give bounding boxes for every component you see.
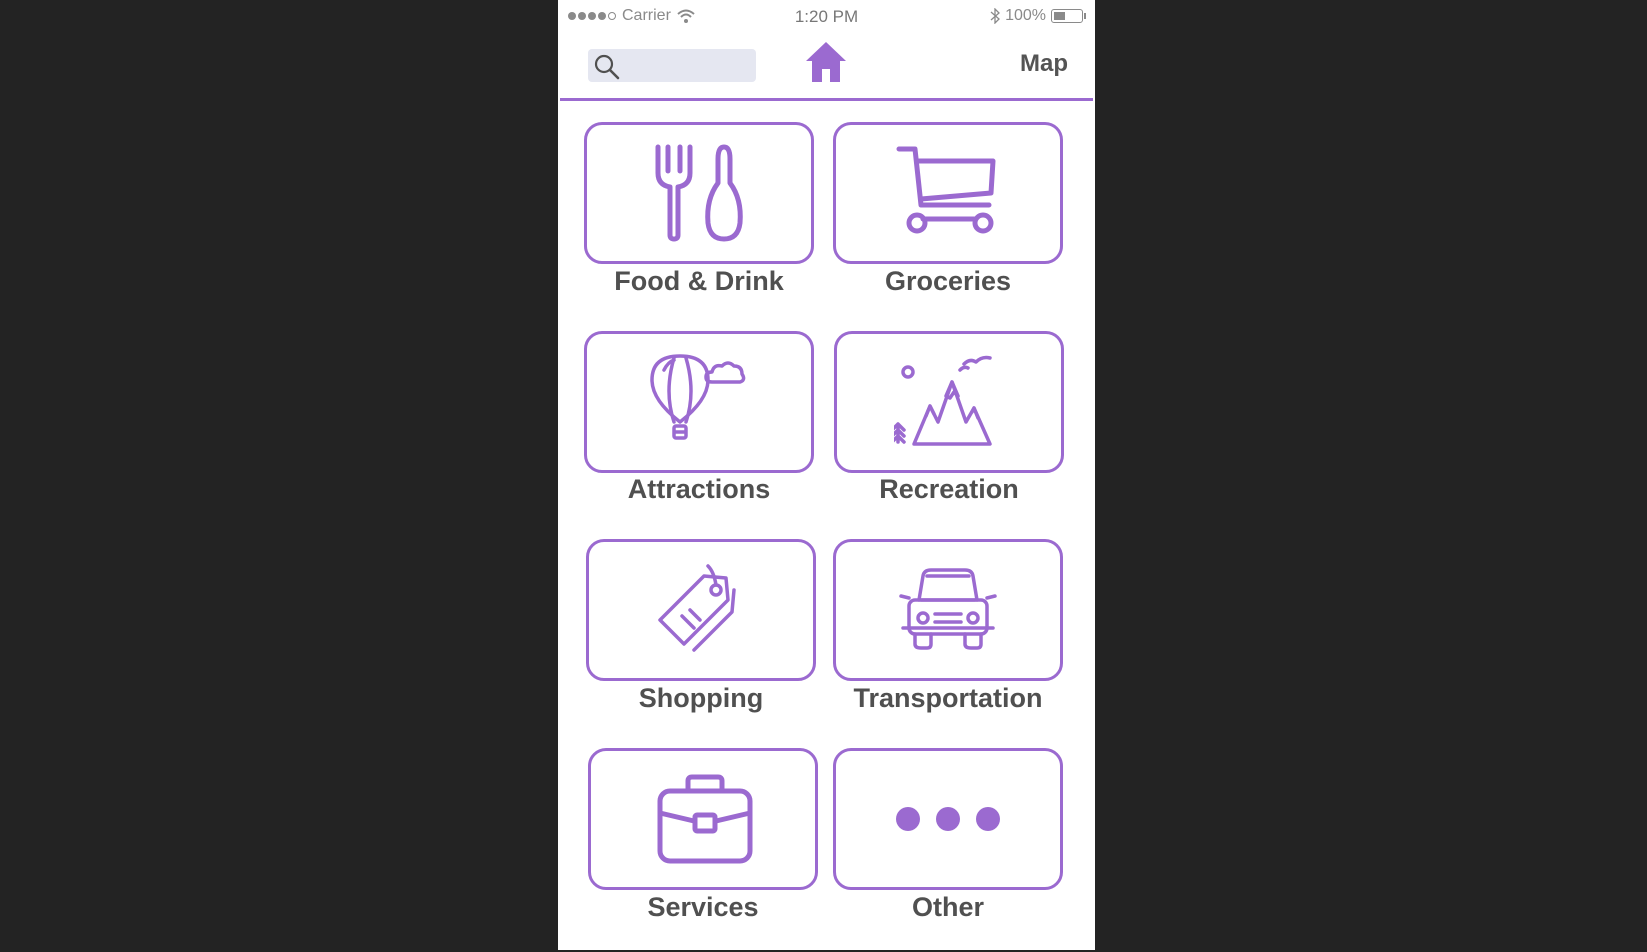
nav-divider	[560, 98, 1093, 101]
bluetooth-icon	[990, 8, 1001, 24]
status-bar: Carrier 1:20 PM 100%	[558, 0, 1095, 34]
battery-percent: 100%	[1005, 7, 1046, 24]
tile-attractions[interactable]	[584, 331, 814, 473]
mountains-icon	[894, 355, 992, 446]
tile-label-other: Other	[911, 892, 984, 922]
tile-label-shopping: Shopping	[638, 683, 764, 713]
tile-services[interactable]	[588, 748, 818, 890]
price-tag-icon	[658, 564, 736, 652]
more-dots-icon	[896, 807, 1000, 831]
fork-spoon-icon	[655, 144, 743, 242]
tile-transportation[interactable]	[833, 539, 1063, 681]
shopping-cart-icon	[896, 146, 996, 234]
nav-bar: Map	[558, 34, 1095, 100]
home-icon	[806, 42, 846, 82]
tile-label-food-drink: Food & Drink	[614, 266, 784, 296]
tile-label-groceries: Groceries	[884, 266, 1012, 296]
tile-other[interactable]	[833, 748, 1063, 890]
tile-label-recreation: Recreation	[879, 474, 1019, 504]
car-icon	[899, 568, 997, 650]
tile-label-services: Services	[647, 892, 759, 922]
briefcase-icon	[657, 774, 753, 864]
map-link[interactable]: Map	[1020, 50, 1068, 78]
tile-label-attractions: Attractions	[627, 474, 771, 504]
battery-icon	[1051, 9, 1086, 23]
status-right: 100%	[990, 7, 1086, 25]
hot-air-balloon-icon	[650, 354, 746, 440]
home-button[interactable]	[803, 39, 849, 85]
tile-label-transportation: Transportation	[853, 683, 1043, 713]
search-input[interactable]	[588, 49, 756, 82]
tile-shopping[interactable]	[586, 539, 816, 681]
tile-recreation[interactable]	[834, 331, 1064, 473]
tile-food-drink[interactable]	[584, 122, 814, 264]
tile-groceries[interactable]	[833, 122, 1063, 264]
search-icon	[594, 54, 620, 80]
phone-screen: Carrier 1:20 PM 100% Map Food & Drink Gr…	[558, 0, 1095, 950]
